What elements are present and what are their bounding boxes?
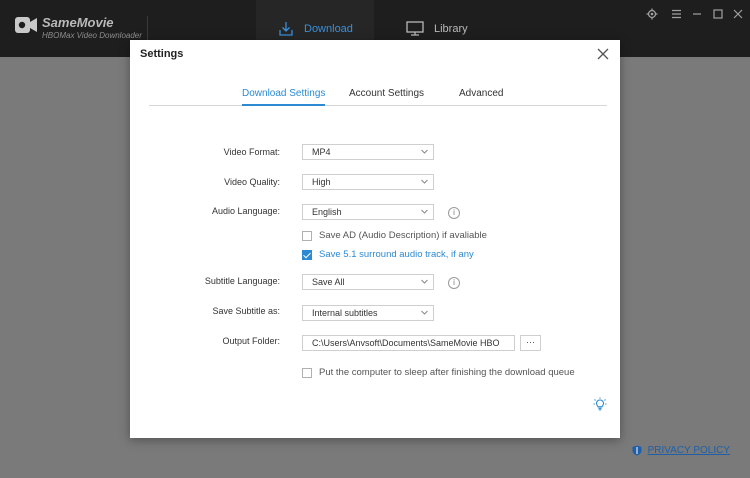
settings-dialog: Settings Download Settings Account Setti…	[130, 40, 620, 438]
subtitle-language-label: Subtitle Language:	[204, 276, 280, 286]
save-ad-label: Save AD (Audio Description) if avaliable	[319, 230, 487, 241]
titlebar-divider	[147, 16, 148, 42]
save-51-label: Save 5.1 surround audio track, if any	[319, 249, 474, 260]
video-format-select[interactable]: MP4	[302, 144, 434, 160]
save-51-checkbox-row[interactable]: Save 5.1 surround audio track, if any	[302, 249, 474, 260]
save-ad-checkbox-row[interactable]: Save AD (Audio Description) if avaliable	[302, 230, 487, 241]
library-icon	[406, 20, 424, 36]
dialog-title: Settings	[140, 48, 184, 60]
audio-language-info-icon[interactable]: i	[448, 207, 460, 219]
video-quality-select[interactable]: High	[302, 174, 434, 190]
settings-tabs: Download Settings Account Settings Advan…	[149, 88, 607, 106]
sleep-checkbox[interactable]	[302, 367, 312, 378]
tab-download-settings[interactable]: Download Settings	[242, 88, 326, 106]
chevron-down-icon	[421, 310, 428, 315]
save-subtitle-as-label: Save Subtitle as:	[212, 306, 280, 316]
maximize-icon[interactable]	[711, 7, 725, 21]
privacy-policy-link[interactable]: PRIVACY POLICY	[632, 445, 730, 456]
tab-account-settings[interactable]: Account Settings	[349, 88, 424, 106]
video-quality-value: High	[312, 177, 331, 187]
gear-icon[interactable]	[645, 7, 659, 21]
minimize-icon[interactable]	[690, 7, 704, 21]
sleep-label: Put the computer to sleep after finishin…	[319, 367, 575, 378]
tab-library-label: Library	[434, 22, 468, 35]
app-subtitle: HBOMax Video Downloader	[42, 31, 142, 40]
chevron-down-icon	[421, 209, 428, 214]
privacy-policy-label: PRIVACY POLICY	[647, 445, 730, 456]
samemovie-logo-icon	[15, 17, 37, 33]
shield-icon	[632, 445, 642, 456]
chevron-down-icon	[421, 179, 428, 184]
subtitle-language-value: Save All	[312, 277, 345, 287]
subtitle-language-select[interactable]: Save All	[302, 274, 434, 290]
audio-language-select[interactable]: English	[302, 204, 434, 220]
video-quality-label: Video Quality:	[224, 177, 280, 187]
video-format-label: Video Format:	[223, 147, 280, 157]
video-format-value: MP4	[312, 147, 331, 157]
browse-folder-button[interactable]: ···	[520, 335, 541, 351]
save-subtitle-as-select[interactable]: Internal subtitles	[302, 305, 434, 321]
save-ad-checkbox[interactable]	[302, 230, 312, 241]
audio-language-value: English	[312, 207, 342, 217]
app-name: SameMovie	[42, 15, 114, 30]
chevron-down-icon	[421, 279, 428, 284]
sleep-checkbox-row[interactable]: Put the computer to sleep after finishin…	[302, 367, 575, 378]
output-folder-label: Output Folder:	[222, 336, 280, 346]
save-51-checkbox[interactable]	[302, 249, 312, 260]
lightbulb-icon[interactable]	[593, 397, 607, 412]
chevron-down-icon	[421, 149, 428, 154]
tab-download-label: Download	[304, 22, 353, 35]
tab-advanced[interactable]: Advanced	[459, 88, 503, 106]
download-icon	[279, 21, 293, 36]
close-icon[interactable]	[596, 47, 610, 61]
output-folder-field[interactable]: C:\Users\Anvsoft\Documents\SameMovie HBO	[302, 335, 515, 351]
window-close-icon[interactable]	[731, 7, 745, 21]
save-subtitle-as-value: Internal subtitles	[312, 308, 378, 318]
subtitle-language-info-icon[interactable]: i	[448, 277, 460, 289]
audio-language-label: Audio Language:	[211, 206, 280, 216]
menu-icon[interactable]	[669, 7, 683, 21]
